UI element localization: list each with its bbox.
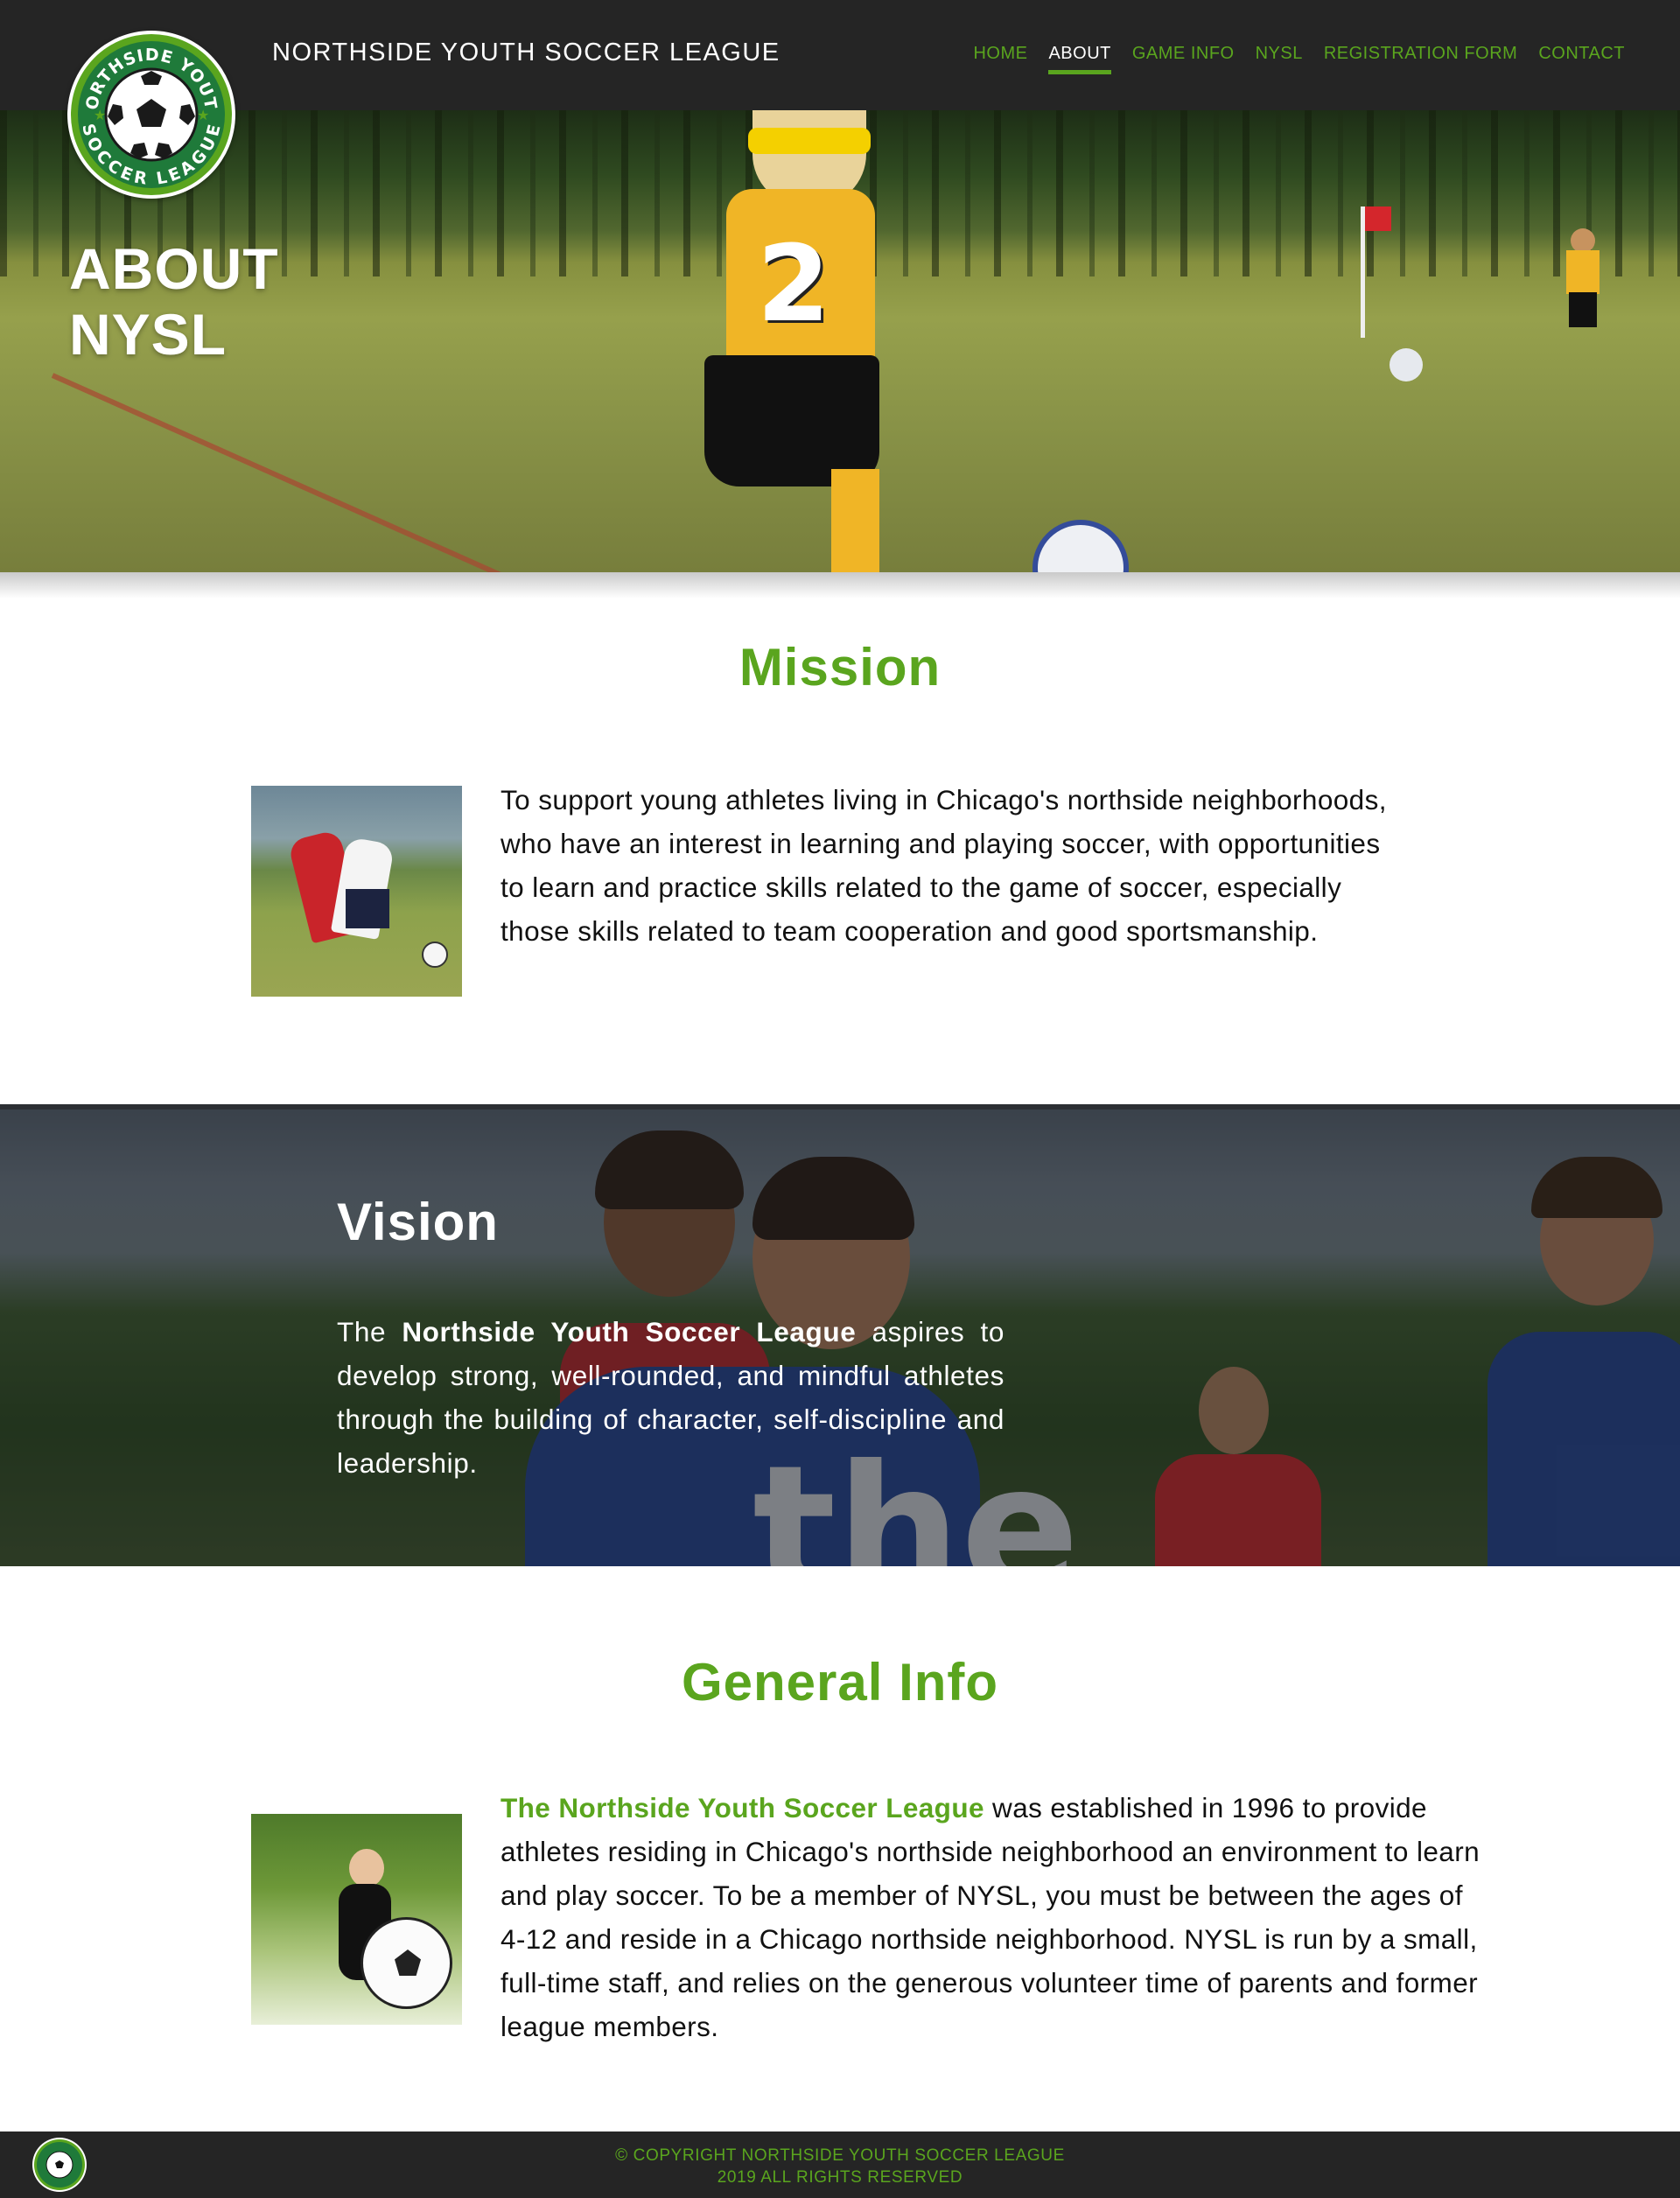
league-logo[interactable]: NORTHSIDE YOUTH SOCCER LEAGUE ★ ★ <box>67 31 235 199</box>
nav-contact[interactable]: CONTACT <box>1528 44 1635 74</box>
vision-text: The Northside Youth Soccer League aspire… <box>337 1310 1004 1485</box>
svg-text:★: ★ <box>197 107 209 123</box>
jersey-number: 2 <box>757 224 830 346</box>
hero-shadow <box>0 572 1680 598</box>
page-title-line1: ABOUT <box>69 236 279 301</box>
site-header: NORTHSIDE YOUTH SOCCER LEAGUE HOME ABOUT… <box>0 0 1680 110</box>
svg-text:★: ★ <box>94 107 106 123</box>
mission-heading: Mission <box>738 638 942 696</box>
vision-heading: Vision <box>337 1193 499 1251</box>
soccer-ball-icon: NORTHSIDE YOUTH SOCCER LEAGUE ★ ★ <box>67 31 232 195</box>
site-footer: © COPYRIGHT NORTHSIDE YOUTH SOCCER LEAGU… <box>0 2132 1680 2198</box>
nav-game-info[interactable]: GAME INFO <box>1122 44 1245 74</box>
mission-photo <box>251 786 462 997</box>
copyright: © COPYRIGHT NORTHSIDE YOUTH SOCCER LEAGU… <box>0 2145 1680 2188</box>
hero-ball <box>1032 520 1129 572</box>
vision-text-league-name: Northside Youth Soccer League <box>402 1316 857 1348</box>
copyright-line1: © COPYRIGHT NORTHSIDE YOUTH SOCCER LEAGU… <box>615 2146 1065 2165</box>
general-info-photo <box>251 1814 462 2025</box>
nav-nysl[interactable]: NYSL <box>1245 44 1313 74</box>
page-title-line2: NYSL <box>69 302 228 367</box>
nav-home[interactable]: HOME <box>962 44 1038 74</box>
mission-text: To support young athletes living in Chic… <box>500 784 1387 947</box>
hero-distant-ball <box>1390 348 1423 382</box>
nav-registration-form[interactable]: REGISTRATION FORM <box>1313 44 1528 74</box>
site-title[interactable]: NORTHSIDE YOUTH SOCCER LEAGUE <box>272 38 780 67</box>
main-nav: HOME ABOUT GAME INFO NYSL REGISTRATION F… <box>962 44 1635 74</box>
vision-text-prefix: The <box>337 1316 402 1348</box>
nav-about[interactable]: ABOUT <box>1038 44 1121 74</box>
hero-distant-player <box>1562 215 1601 338</box>
hero-field-line <box>51 373 662 572</box>
hero-player: 2 <box>665 110 928 572</box>
page-title: ABOUT NYSL <box>69 236 349 368</box>
corner-flag <box>1361 206 1391 338</box>
general-info-league-name: The Northside Youth Soccer League <box>500 1792 984 1824</box>
general-info-text-body: was established in 1996 to provide athle… <box>500 1792 1480 2042</box>
copyright-line2: 2019 ALL RIGHTS RESERVED <box>717 2168 963 2187</box>
general-info-heading: General Info <box>681 1653 999 1712</box>
general-info-text: The Northside Youth Soccer League was es… <box>500 1786 1480 2048</box>
